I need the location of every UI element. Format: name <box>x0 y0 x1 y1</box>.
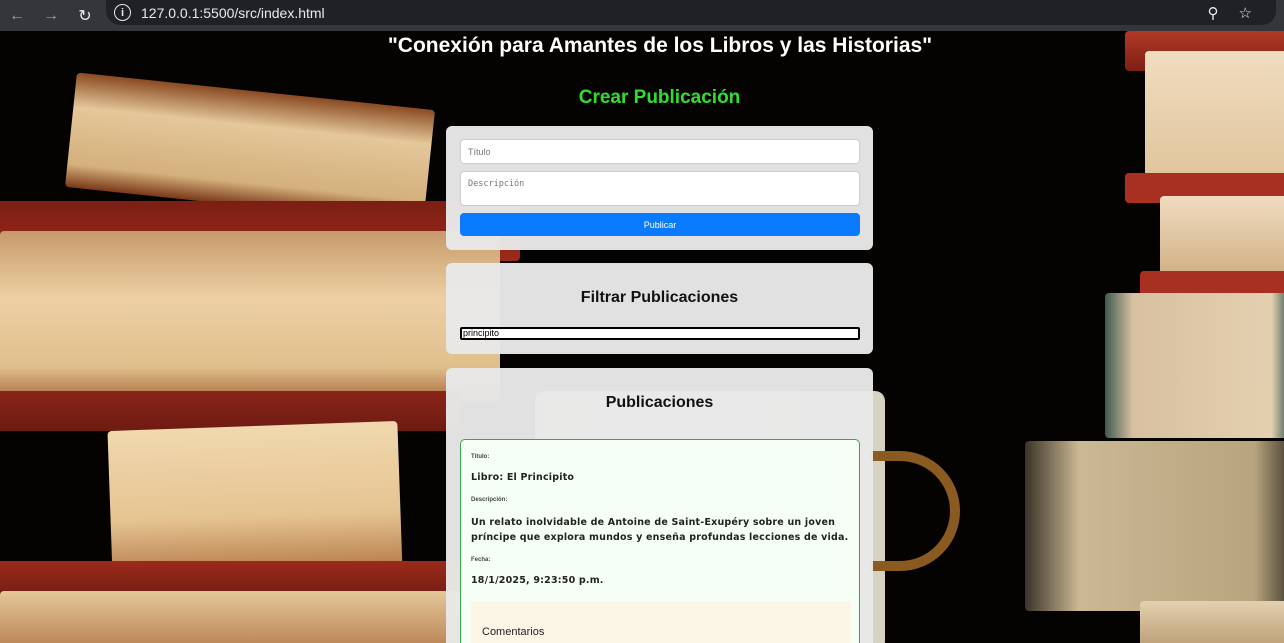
mug-handle-illustration <box>870 451 960 571</box>
forward-arrow-icon[interactable]: → <box>34 0 68 31</box>
reload-icon[interactable]: ↻ <box>68 0 102 31</box>
book-illustration <box>107 420 403 582</box>
comments-section: Comentarios <box>471 602 851 643</box>
bookmark-star-icon[interactable]: ☆ <box>1239 4 1252 22</box>
filter-card: Filtrar Publicaciones principito <box>446 263 873 354</box>
post-title-label: Título: <box>471 454 490 460</box>
title-input[interactable]: Título <box>460 139 860 164</box>
post-date-label: Fecha: <box>471 557 491 563</box>
page-title: "Conexión para Amantes de los Libros y l… <box>387 34 933 57</box>
posts-heading: Publicaciones <box>605 394 714 411</box>
comments-heading: Comentarios <box>482 626 545 638</box>
filter-heading: Filtrar Publicaciones <box>580 289 739 306</box>
url-text[interactable]: 127.0.0.1:5500/src/index.html <box>141 5 325 21</box>
book-illustration <box>1140 601 1284 643</box>
post-item: Título: Libro: El Principito Descripción… <box>460 439 860 643</box>
create-post-heading: Crear Publicación <box>578 87 741 108</box>
back-arrow-icon[interactable]: ← <box>0 0 34 31</box>
description-textarea[interactable]: Descripción <box>460 171 860 206</box>
book-illustration <box>0 591 460 643</box>
post-title: Libro: El Principito <box>471 472 575 483</box>
browser-toolbar: ← → ↻ i 127.0.0.1:5500/src/index.html ⚲ … <box>0 0 1284 31</box>
post-description: Un relato inolvidable de Antoine de Sain… <box>471 517 849 543</box>
publish-button[interactable]: Publicar <box>460 213 860 236</box>
book-illustration <box>0 231 500 401</box>
book-illustration <box>1025 441 1284 611</box>
filter-input[interactable]: principito <box>460 327 860 340</box>
post-date: 18/1/2025, 9:23:50 p.m. <box>471 575 604 586</box>
create-post-card: Título Descripción Publicar <box>446 126 873 250</box>
posts-card: Publicaciones Título: Libro: El Principi… <box>446 368 873 643</box>
address-bar[interactable]: i 127.0.0.1:5500/src/index.html ⚲ ☆ <box>106 0 1276 25</box>
book-illustration <box>1145 51 1284 181</box>
info-icon[interactable]: i <box>114 4 131 21</box>
book-illustration <box>1160 196 1284 276</box>
book-illustration <box>1105 293 1284 438</box>
zoom-icon[interactable]: ⚲ <box>1208 4 1219 22</box>
post-description-label: Descripción: <box>471 497 508 503</box>
